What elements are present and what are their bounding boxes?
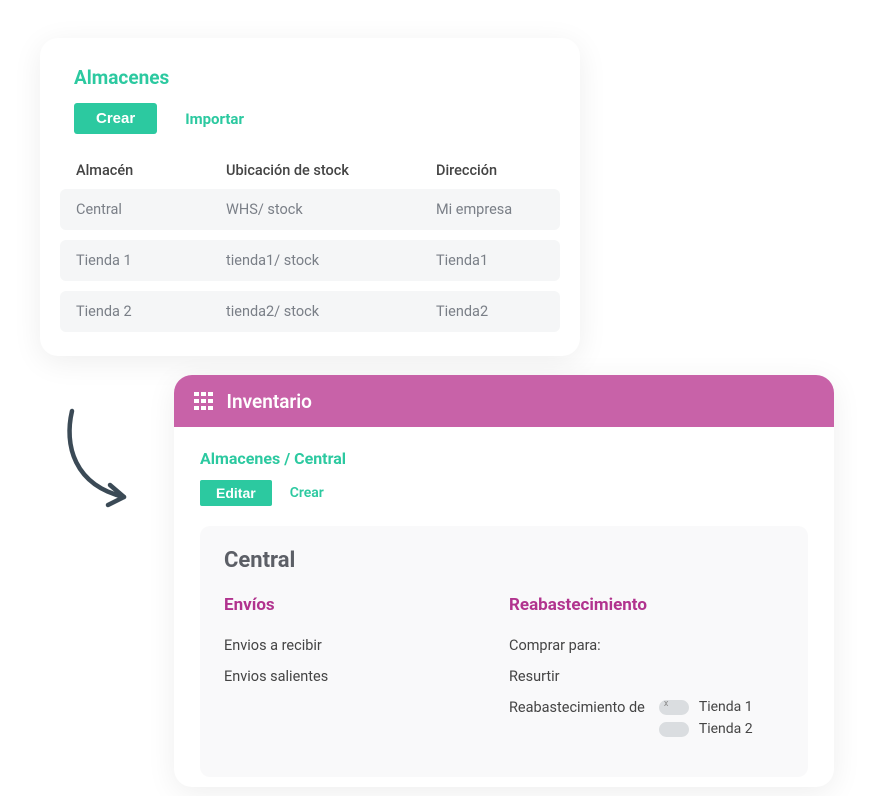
- page-title: Central: [224, 548, 784, 573]
- resupply-toggles: Tienda 1 Tienda 2: [659, 699, 753, 737]
- shipments-heading: Envíos: [224, 595, 499, 615]
- table-row[interactable]: Tienda 1 tienda1/ stock Tienda1: [60, 240, 560, 281]
- resupply-section: Reabastecimiento Comprar para: Resurtir …: [509, 595, 784, 751]
- arrow-icon: [54, 405, 154, 515]
- app-name: Inventario: [227, 390, 312, 413]
- shipments-section: Envíos Envios a recibir Envios salientes: [224, 595, 499, 751]
- buy-for-label: Comprar para:: [509, 637, 784, 654]
- resupply-heading: Reabastecimiento: [509, 595, 784, 615]
- cell-address: Tienda1: [436, 252, 544, 269]
- resupply-from-row: Reabastecimiento de Tienda 1 Tienda 2: [509, 699, 784, 737]
- toggle-tienda-2[interactable]: [659, 722, 689, 737]
- inventory-card: Inventario Almacenes / Central Editar Cr…: [174, 375, 834, 787]
- col-address: Dirección: [436, 162, 544, 179]
- app-topbar: Inventario: [174, 375, 834, 427]
- cell-name: Central: [76, 201, 226, 218]
- create-button[interactable]: Crear: [74, 103, 157, 134]
- breadcrumb[interactable]: Almacenes / Central: [200, 449, 808, 468]
- table-row[interactable]: Tienda 2 tienda2/ stock Tienda2: [60, 291, 560, 332]
- incoming-shipments-label: Envios a recibir: [224, 637, 499, 654]
- table-header: Almacén Ubicación de stock Dirección: [60, 162, 560, 189]
- record-actions: Editar Crear: [200, 480, 808, 506]
- cell-name: Tienda 2: [76, 303, 226, 320]
- warehouse-panel: Central Envíos Envios a recibir Envios s…: [200, 526, 808, 777]
- cell-address: Tienda2: [436, 303, 544, 320]
- cell-stock: tienda1/ stock: [226, 252, 436, 269]
- table-row[interactable]: Central WHS/ stock Mi empresa: [60, 189, 560, 230]
- warehouses-title: Almacenes: [74, 66, 560, 89]
- cell-address: Mi empresa: [436, 201, 544, 218]
- import-link[interactable]: Importar: [185, 110, 244, 128]
- resupply-from-label: Reabastecimiento de: [509, 699, 645, 716]
- resupply-option: Tienda 2: [659, 721, 753, 737]
- toggle-tienda-1[interactable]: [659, 700, 689, 715]
- warehouses-card: Almacenes Crear Importar Almacén Ubicaci…: [40, 38, 580, 356]
- outgoing-shipments-label: Envios salientes: [224, 668, 499, 685]
- toggle-label: Tienda 2: [699, 721, 753, 737]
- edit-button[interactable]: Editar: [200, 480, 272, 506]
- resupply-option: Tienda 1: [659, 699, 753, 715]
- warehouses-actions: Crear Importar: [74, 103, 560, 134]
- inventory-body: Almacenes / Central Editar Crear Central…: [174, 427, 834, 787]
- col-warehouse: Almacén: [76, 162, 226, 179]
- toggle-label: Tienda 1: [699, 699, 753, 715]
- cell-stock: WHS/ stock: [226, 201, 436, 218]
- cell-name: Tienda 1: [76, 252, 226, 269]
- apps-grid-icon[interactable]: [194, 392, 213, 411]
- cell-stock: tienda2/ stock: [226, 303, 436, 320]
- restock-label: Resurtir: [509, 668, 784, 685]
- create-link[interactable]: Crear: [290, 485, 324, 501]
- col-stock: Ubicación de stock: [226, 162, 436, 179]
